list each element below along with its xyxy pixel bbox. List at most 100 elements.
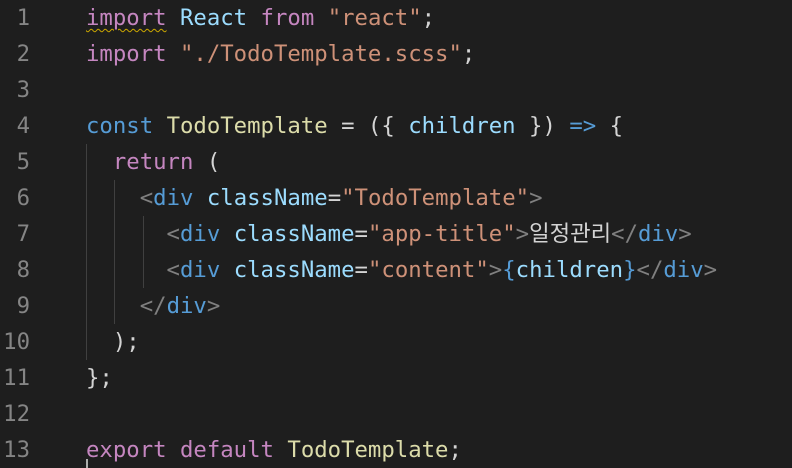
code-token: React (179, 5, 248, 31)
code-token: < (166, 221, 180, 247)
line-code[interactable]: const TodoTemplate = ({ children }) => { (86, 108, 623, 144)
code-line[interactable]: 1 import React from "react"; (0, 0, 792, 36)
line-code[interactable]: import "./TodoTemplate.scss"; (86, 36, 475, 72)
code-line[interactable]: 12 (0, 396, 792, 432)
code-token: ; (421, 5, 436, 31)
code-line[interactable]: 2 import "./TodoTemplate.scss"; (0, 36, 792, 72)
code-line[interactable]: 7 <div className="app-title">일정관리</div> (0, 216, 792, 252)
code-token: export (86, 437, 167, 463)
code-token: > (515, 221, 530, 247)
code-token: }; (86, 365, 113, 391)
code-line[interactable]: 6 <div className="TodoTemplate"> (0, 180, 792, 216)
code-token: import (86, 5, 167, 31)
line-code[interactable]: ); (86, 324, 140, 360)
code-line[interactable]: 3 (0, 72, 792, 108)
code-token: div (663, 257, 704, 283)
line-number: 1 (16, 5, 30, 31)
line-number: 9 (16, 293, 30, 319)
code-token: > (529, 185, 543, 211)
code-token: > (206, 293, 221, 319)
line-code[interactable]: return ( (86, 144, 220, 180)
code-token: className (206, 185, 328, 211)
code-token: { (596, 113, 624, 139)
code-token: "TodoTemplate" (341, 185, 530, 211)
code-token: div (179, 257, 221, 283)
code-token: "react" (327, 5, 422, 31)
line-number: 3 (16, 77, 30, 103)
code-token: </ (139, 293, 167, 319)
indent-guide-level-2 (114, 180, 115, 324)
line-code[interactable]: import React from "react"; (86, 0, 435, 36)
code-token: } (623, 257, 637, 283)
code-token: > (678, 221, 692, 247)
code-token: = ({ (327, 113, 409, 139)
line-code[interactable]: <div className="content">{children}</div… (86, 252, 718, 288)
code-token: children (515, 257, 624, 283)
line-number: 7 (16, 221, 30, 247)
code-token: from (260, 5, 315, 31)
line-number: 2 (16, 41, 30, 67)
code-line[interactable]: 5 return ( (0, 144, 792, 180)
code-token: "app-title" (367, 221, 516, 247)
code-token: ( (193, 149, 221, 175)
line-number: 6 (16, 185, 30, 211)
line-code[interactable]: <div className="app-title">일정관리</div> (86, 216, 692, 252)
code-token: = (327, 185, 342, 211)
code-token: < (166, 257, 180, 283)
code-token: = (354, 221, 368, 247)
code-token: div (179, 221, 221, 247)
code-token: div (153, 185, 194, 211)
indent-guide-level-3 (143, 216, 144, 288)
code-line[interactable]: 9 </div> (0, 288, 792, 324)
line-number: 11 (3, 365, 30, 391)
code-token: }) (515, 113, 570, 139)
code-token: className (233, 221, 355, 247)
line-code[interactable]: }; (86, 360, 113, 396)
line-number: 10 (3, 329, 30, 355)
line-number: 5 (16, 149, 30, 175)
code-token: "content" (367, 257, 489, 283)
code-token: = (354, 257, 368, 283)
code-token: { (502, 257, 516, 283)
line-number: 13 (3, 437, 30, 463)
code-token: div (638, 221, 679, 247)
code-token: 일정관리 (529, 221, 612, 247)
code-line[interactable]: 11}; (0, 360, 792, 396)
code-token: className (233, 257, 355, 283)
code-token: TodoTemplate (166, 113, 328, 139)
code-token: default (179, 437, 274, 463)
code-token: > (488, 257, 503, 283)
code-token: TodoTemplate (287, 437, 449, 463)
code-token: => (569, 113, 597, 139)
code-line[interactable]: 4 const TodoTemplate = ({ children }) => … (0, 108, 792, 144)
code-line[interactable]: 8 <div className="content">{children}</d… (0, 252, 792, 288)
code-token: < (139, 185, 154, 211)
line-code[interactable]: <div className="TodoTemplate"> (86, 180, 543, 216)
code-editor[interactable]: 1 import React from "react"; 2 import "./To… (0, 0, 792, 468)
line-number: 4 (16, 113, 30, 139)
line-code[interactable]: </div> (86, 288, 221, 324)
code-token: ; (448, 437, 462, 463)
text-cursor (86, 459, 88, 468)
code-token: "./TodoTemplate.scss" (179, 41, 462, 67)
code-token: div (166, 293, 207, 319)
line-code[interactable]: export default TodoTemplate; (86, 432, 462, 468)
code-line[interactable]: 13 export default TodoTemplate; (0, 432, 792, 468)
code-token: ; (461, 41, 476, 67)
code-token: import (86, 41, 167, 67)
code-line[interactable]: 10 ); (0, 324, 792, 360)
